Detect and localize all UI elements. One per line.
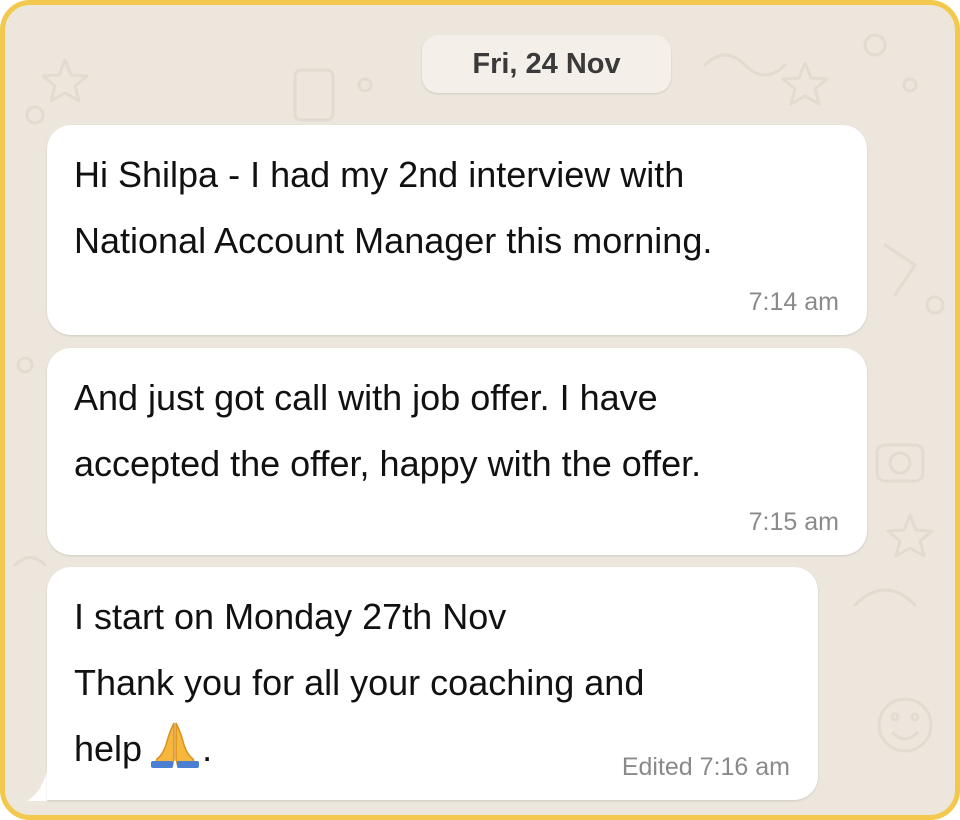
circle-doodle-right xyxy=(863,33,887,57)
message-line: help xyxy=(74,728,143,769)
message-bubble[interactable]: I start on Monday 27th Nov Thank you for… xyxy=(47,567,818,800)
smiley-doodle xyxy=(877,697,933,753)
message-timestamp: Edited 7:16 am xyxy=(621,753,790,781)
lens-doodle xyxy=(888,451,912,475)
circle-doodle-left xyxy=(16,356,34,374)
star-doodle xyxy=(41,58,89,103)
circle-doodle xyxy=(25,105,45,125)
message-text: Hi Shilpa - I had my 2nd interview with … xyxy=(74,154,713,261)
star-doodle-lower xyxy=(886,513,934,558)
wave-doodle xyxy=(703,53,787,77)
message-line: I start on Monday 27th Nov xyxy=(74,596,507,637)
message-bubble[interactable]: And just got call with job offer. I have… xyxy=(47,348,867,555)
message-line-end: . xyxy=(202,728,213,769)
circle-doodle-mid xyxy=(925,295,945,315)
arc-doodle-left xyxy=(13,556,47,567)
date-separator: Fri, 24 Nov xyxy=(422,35,671,93)
message-bubble[interactable]: Hi Shilpa - I had my 2nd interview with … xyxy=(47,125,867,335)
smile-doodle xyxy=(891,731,919,741)
chat-window: Fri, 24 Nov Hi Shilpa - I had my 2nd int… xyxy=(0,0,960,820)
message-timestamp: 7:14 am xyxy=(748,288,839,316)
folded-hands-icon xyxy=(151,722,200,768)
cup-doodle xyxy=(293,68,335,122)
small-circle-doodle xyxy=(902,77,918,93)
eye-doodle xyxy=(890,712,900,722)
arc-doodle xyxy=(853,588,917,607)
arrow-doodle xyxy=(883,243,917,297)
message-text: And just got call with job offer. I have… xyxy=(74,377,702,484)
eye-doodle-2 xyxy=(910,712,920,722)
message-timestamp: 7:15 am xyxy=(748,508,839,536)
message-line: Thank you for all your coaching and xyxy=(74,662,645,703)
star-doodle-right xyxy=(781,61,829,106)
camera-doodle xyxy=(875,443,925,483)
dot-doodle xyxy=(357,77,373,93)
date-label: Fri, 24 Nov xyxy=(472,47,621,80)
